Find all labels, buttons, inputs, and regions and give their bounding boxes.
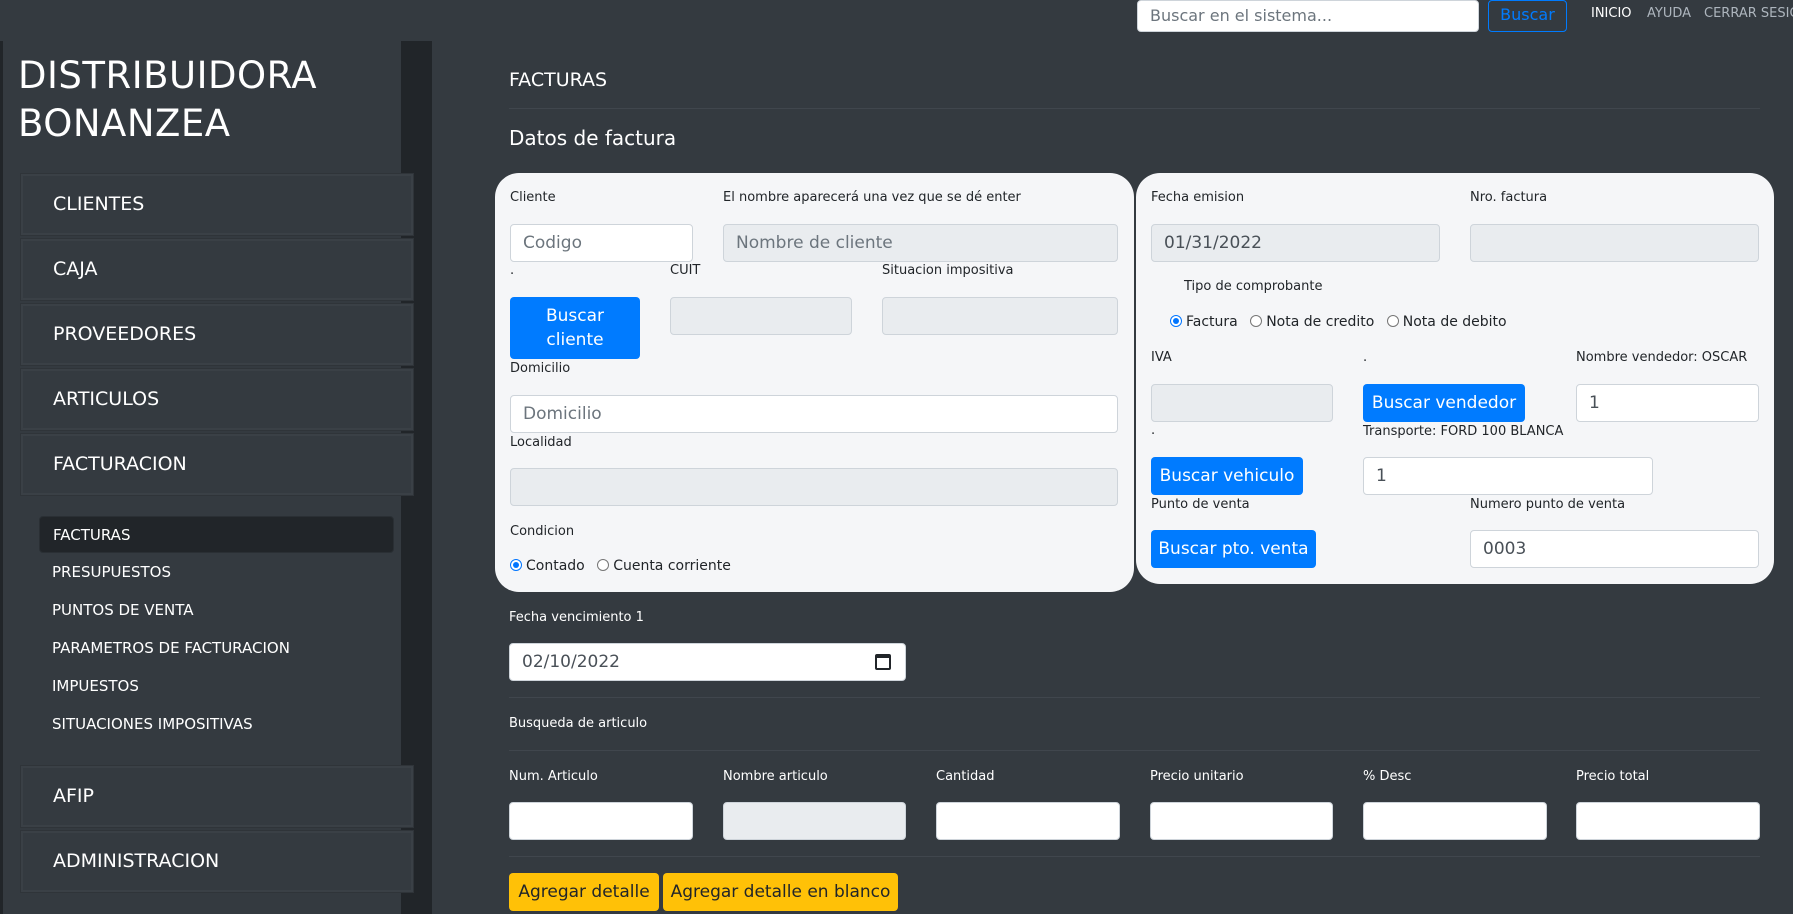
iva-input [1151, 384, 1333, 422]
divider [509, 856, 1760, 857]
nro-factura-input [1470, 224, 1759, 262]
tipo-comprobante-label: Tipo de comprobante [1184, 279, 1323, 294]
radio-factura[interactable] [1170, 315, 1182, 327]
calendar-icon[interactable] [875, 654, 891, 670]
nav-cerrar-sesion[interactable]: CERRAR SESIO [1704, 6, 1793, 21]
buscar-vehiculo-button[interactable]: Buscar vehiculo [1151, 457, 1303, 495]
precio-total-label: Precio total [1576, 769, 1650, 784]
sidebar-item-articulos[interactable]: ARTICULOS [20, 368, 414, 431]
radio-contado[interactable] [510, 559, 522, 571]
cuit-input [670, 297, 852, 335]
sidebar-subitem-impuestos[interactable]: IMPUESTOS [39, 668, 394, 705]
nombre-articulo-input [723, 802, 906, 840]
dot-label: . [510, 263, 515, 278]
radio-contado-label: Contado [526, 558, 585, 574]
buscar-vendedor-button[interactable]: Buscar vendedor [1363, 384, 1525, 422]
domicilio-label: Domicilio [510, 361, 571, 376]
sidebar-item-clientes[interactable]: CLIENTES [20, 173, 414, 236]
num-articulo-input[interactable] [509, 802, 693, 840]
fecha-emision-label: Fecha emision [1151, 190, 1245, 205]
codigo-input[interactable]: Codigo [510, 224, 693, 262]
sidebar-item-facturacion[interactable]: FACTURACION [20, 433, 414, 496]
situacion-label: Situacion impositiva [882, 263, 1014, 278]
brand-line-2: BONANZEA [18, 102, 231, 145]
cuit-label: CUIT [670, 263, 701, 278]
transporte-label: Transporte: FORD 100 BLANCA [1363, 424, 1564, 439]
precio-unitario-label: Precio unitario [1150, 769, 1244, 784]
nav-ayuda[interactable]: AYUDA [1647, 6, 1691, 21]
cliente-label: Cliente [510, 190, 556, 205]
agregar-detalle-blanco-button[interactable]: Agregar detalle en blanco [663, 873, 898, 911]
agregar-detalle-button[interactable]: Agregar detalle [509, 873, 659, 911]
sidebar-subitem-presupuestos[interactable]: PRESUPUESTOS [39, 554, 394, 591]
sidebar-item-proveedores[interactable]: PROVEEDORES [20, 303, 414, 366]
dot-label-vendedor: . [1363, 350, 1368, 365]
nombre-hint-label: El nombre aparecerá una vez que se dé en… [723, 190, 1021, 205]
localidad-input [510, 468, 1118, 506]
radio-nota-debito[interactable] [1386, 315, 1399, 327]
busqueda-articulo-label: Busqueda de articulo [509, 716, 648, 731]
sidebar-item-afip[interactable]: AFIP [20, 765, 414, 828]
vehiculo-input[interactable]: 1 [1363, 457, 1653, 495]
sidebar-item-administracion[interactable]: ADMINISTRACION [20, 830, 414, 893]
sidebar-subitem-puntos-de-venta[interactable]: PUNTOS DE VENTA [39, 592, 394, 629]
condicion-radio-group: Contado Cuenta corriente [510, 558, 739, 574]
tipo-comprobante-radio-group: Factura Nota de credito Nota de debito [1170, 314, 1515, 330]
numero-punto-venta-label: Numero punto de venta [1470, 497, 1626, 512]
precio-unitario-input[interactable] [1150, 802, 1333, 840]
radio-factura-label: Factura [1186, 314, 1238, 330]
radio-nota-debito-label: Nota de debito [1402, 314, 1507, 330]
radio-nota-credito-label: Nota de credito [1266, 314, 1375, 330]
condicion-label: Condicion [510, 524, 575, 539]
nro-factura-label: Nro. factura [1470, 190, 1548, 205]
brand-line-1: DISTRIBUIDORA [18, 54, 318, 97]
fecha-vencimiento-value: 02/10/2022 [522, 652, 620, 672]
iva-label: IVA [1151, 350, 1172, 365]
section-title: Datos de factura [509, 126, 677, 150]
radio-cuenta-corriente-label: Cuenta corriente [613, 558, 731, 574]
radio-cuenta-corriente[interactable] [597, 559, 610, 571]
buscar-cliente-line2: cliente [546, 330, 604, 350]
cantidad-input[interactable] [936, 802, 1120, 840]
buscar-cliente-line1: Buscar [545, 306, 605, 326]
page-title: FACTURAS [509, 69, 608, 91]
fecha-vencimiento-label: Fecha vencimiento 1 [509, 610, 644, 625]
nombre-vendedor-label: Nombre vendedor: OSCAR [1576, 350, 1748, 365]
num-articulo-label: Num. Articulo [509, 769, 598, 784]
nombre-articulo-label: Nombre articulo [723, 769, 828, 784]
divider [509, 108, 1760, 109]
cantidad-label: Cantidad [936, 769, 995, 784]
divider [509, 750, 1760, 751]
punto-venta-label: Punto de venta [1151, 497, 1250, 512]
search-button[interactable]: Buscar [1488, 0, 1567, 32]
sidebar-subitem-situaciones[interactable]: SITUACIONES IMPOSITIVAS [39, 706, 394, 743]
dot-label-vehiculo: . [1151, 423, 1156, 438]
nombre-cliente-input: Nombre de cliente [723, 224, 1118, 262]
nav-inicio[interactable]: INICIO [1591, 6, 1632, 21]
fecha-vencimiento-input[interactable]: 02/10/2022 [509, 643, 906, 681]
buscar-pto-venta-button[interactable]: Buscar pto. venta [1151, 530, 1316, 568]
buscar-cliente-button[interactable]: Buscar cliente [510, 297, 640, 359]
fecha-emision-input: 01/31/2022 [1151, 224, 1440, 262]
sidebar-subitem-facturas[interactable]: FACTURAS [39, 516, 394, 553]
vendedor-input[interactable]: 1 [1576, 384, 1759, 422]
precio-total-input[interactable] [1576, 802, 1760, 840]
radio-nota-credito[interactable] [1250, 315, 1263, 327]
brand-title: DISTRIBUIDORA BONANZEA [18, 52, 398, 148]
sidebar-item-caja[interactable]: CAJA [20, 238, 414, 301]
sidebar-subitem-parametros[interactable]: PARAMETROS DE FACTURACION [39, 630, 394, 667]
divider [509, 697, 1760, 698]
situacion-input [882, 297, 1118, 335]
numero-punto-venta-input[interactable]: 0003 [1470, 530, 1759, 568]
search-input[interactable]: Buscar en el sistema... [1137, 0, 1479, 32]
localidad-label: Localidad [510, 435, 572, 450]
desc-label: % Desc [1363, 769, 1412, 784]
desc-input[interactable] [1363, 802, 1547, 840]
domicilio-input[interactable]: Domicilio [510, 395, 1118, 433]
